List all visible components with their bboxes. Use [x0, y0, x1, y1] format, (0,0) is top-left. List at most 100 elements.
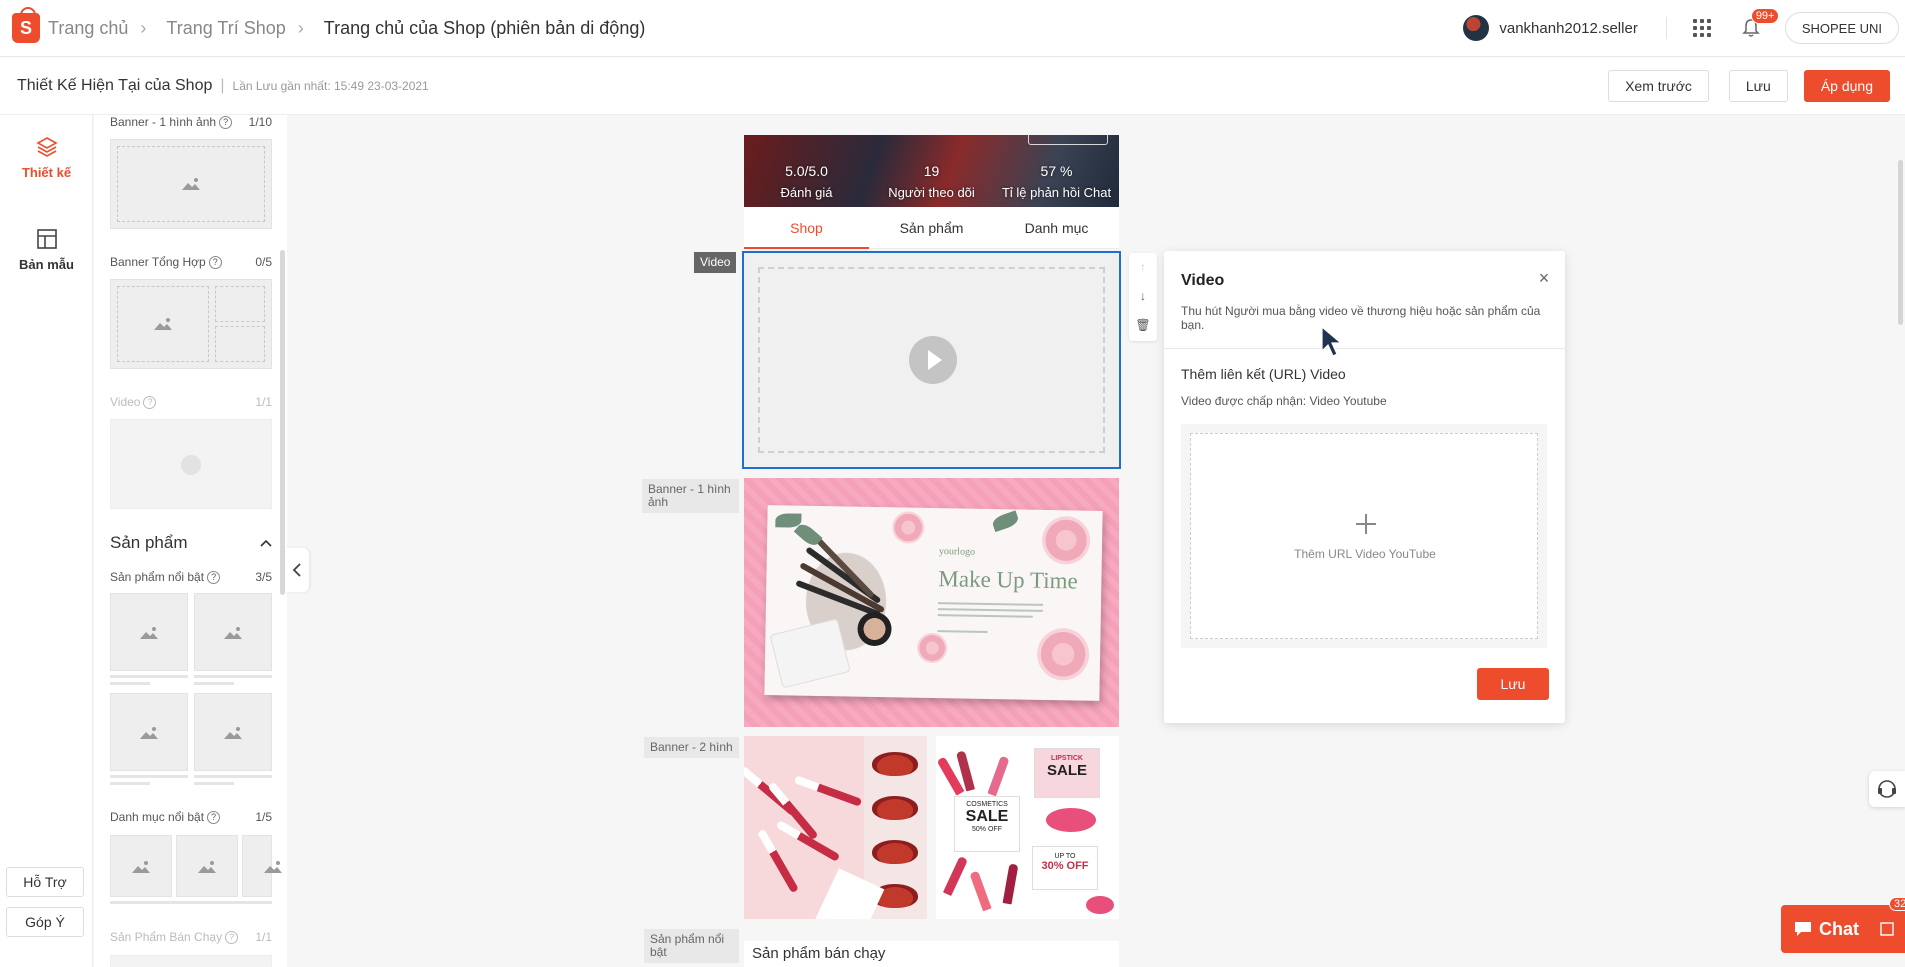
popup-save-button[interactable]: Lưu	[1477, 668, 1549, 700]
tab-products[interactable]: Sản phẩm	[869, 207, 994, 248]
tab-categories[interactable]: Danh mục	[994, 207, 1119, 248]
component-banner-1-thumb[interactable]	[110, 139, 272, 229]
help-icon[interactable]: ?	[207, 811, 221, 825]
video-url-dropzone: Thêm URL Video YouTube	[1181, 424, 1547, 648]
component-label: Video	[110, 395, 141, 409]
banner-1-image-block[interactable]: yourlogo Make Up Time	[744, 478, 1119, 727]
plus-icon	[1356, 514, 1376, 534]
breadcrumb-shop-decoration[interactable]: Trang Trí Shop	[166, 18, 285, 39]
video-settings-popup: Video × Thu hút Người mua bằng video về …	[1164, 251, 1565, 723]
last-saved-text: Lần Lưu gần nhất: 15:49 23-03-2021	[232, 78, 429, 93]
banner-logo-text: yourlogo	[938, 546, 976, 558]
stat-chat-response: 57 % Tỉ lệ phản hồi Chat	[994, 163, 1119, 200]
sale-card-1: COSMETICS SALE 50% OFF	[954, 796, 1020, 852]
page-title: Thiết Kế Hiện Tại của Shop	[17, 76, 213, 94]
makeup-banner-image: yourlogo Make Up Time	[764, 505, 1103, 701]
help-icon[interactable]: ?	[208, 256, 222, 270]
image-icon	[154, 318, 172, 330]
play-icon	[909, 336, 957, 384]
stat-label: Tỉ lệ phản hồi Chat	[1001, 185, 1112, 200]
move-down-icon[interactable]: ↓	[1129, 282, 1157, 311]
component-video-thumb	[110, 419, 272, 509]
apply-button[interactable]: Áp dụng	[1803, 69, 1890, 102]
best-sellers-block-title[interactable]: Sản phẩm bán chạy	[744, 941, 1119, 967]
stat-value: 57 %	[1040, 163, 1073, 179]
component-featured-categories-header: Danh mục nổi bật? 1/5	[110, 810, 272, 825]
block-label-banner-1: Banner - 1 hình ảnh	[642, 479, 739, 513]
help-float-button[interactable]	[1869, 771, 1905, 807]
banner-2-image-right[interactable]: COSMETICS SALE 50% OFF LIPSTICK SALE UP …	[936, 736, 1119, 919]
rail-templates[interactable]: Bản mẫu	[0, 227, 93, 272]
block-label-featured-products: Sản phẩm nổi bật	[644, 929, 739, 963]
support-button[interactable]: Hỗ Trợ	[6, 867, 84, 897]
component-best-sellers-thumb	[110, 955, 272, 967]
divider	[1665, 17, 1667, 39]
preview-button[interactable]: Xem trước	[1608, 69, 1709, 102]
help-icon[interactable]: ?	[225, 931, 239, 945]
top-nav: S Trang chủ › Trang Trí Shop › Trang chủ…	[0, 0, 1905, 57]
chevron-up-icon[interactable]	[260, 539, 272, 547]
chat-bubble-icon	[1795, 922, 1811, 936]
component-count: 3/5	[255, 570, 272, 584]
video-block-selected[interactable]	[742, 251, 1121, 469]
help-icon[interactable]: ?	[143, 396, 157, 410]
stat-value: 5.0/5.0	[785, 163, 828, 179]
help-icon[interactable]: ?	[219, 116, 233, 130]
play-icon	[181, 455, 201, 475]
component-panel: Banner - 1 hình ảnh? 1/10 Banner Tổng Hợ…	[94, 115, 287, 967]
component-banner-1-header: Banner - 1 hình ảnh? 1/10	[110, 115, 272, 130]
stat-rating: 5.0/5.0 Đánh giá	[744, 163, 869, 200]
chat-expand-icon[interactable]	[1879, 921, 1895, 937]
banner-2-image-left[interactable]	[744, 736, 927, 919]
divider	[1164, 348, 1565, 349]
notification-button[interactable]: 99+	[1741, 8, 1780, 38]
component-label: Sản Phẩm Bán Chạy	[110, 930, 223, 944]
add-video-url-area[interactable]: Thêm URL Video YouTube	[1190, 433, 1538, 639]
close-icon[interactable]: ×	[1537, 269, 1551, 287]
shopee-uni-button[interactable]: SHOPEE UNI	[1784, 12, 1899, 44]
image-icon	[182, 178, 200, 190]
left-rail: Thiết kế Bản mẫu Hỗ Trợ Góp Ý	[0, 115, 93, 967]
component-count: 0/5	[255, 255, 272, 269]
component-featured-products-header: Sản phẩm nổi bật? 3/5	[110, 570, 272, 585]
block-label-banner-2: Banner - 2 hình	[644, 737, 739, 758]
save-button[interactable]: Lưu	[1728, 69, 1788, 102]
notification-badge: 99+	[1750, 8, 1780, 24]
stat-label: Đánh giá	[780, 185, 833, 200]
section-products[interactable]: Sản phẩm	[110, 533, 272, 553]
component-count: 1/5	[255, 810, 272, 824]
apps-grid-icon[interactable]	[1692, 19, 1711, 37]
editor-header: Thiết Kế Hiện Tại của Shop | Lần Lưu gần…	[0, 57, 1905, 115]
component-label: Banner Tổng Hợp	[110, 255, 206, 269]
component-count: 1/1	[255, 930, 272, 944]
component-count: 1/10	[248, 115, 272, 129]
avatar[interactable]	[1463, 15, 1490, 41]
username[interactable]: vankhanh2012.seller	[1499, 20, 1637, 37]
component-count: 1/1	[255, 395, 272, 409]
chat-button[interactable]: Chat 32	[1781, 897, 1905, 953]
rail-templates-label: Bản mẫu	[19, 257, 74, 272]
rail-design[interactable]: Thiết kế	[0, 135, 93, 180]
popup-title: Video	[1181, 272, 1225, 289]
layers-icon	[35, 137, 58, 157]
collapse-panel-button[interactable]	[285, 548, 309, 592]
breadcrumb-home[interactable]: Trang chủ	[48, 18, 128, 39]
follow-button	[1028, 135, 1108, 145]
component-banner-mix-thumb[interactable]	[110, 279, 272, 369]
headset-icon	[1878, 780, 1896, 798]
mouse-cursor-icon	[1321, 325, 1343, 357]
breadcrumb-current: Trang chủ của Shop (phiên bản di động)	[323, 17, 646, 38]
trash-icon[interactable]: 🗑	[1129, 311, 1157, 340]
shopee-logo-icon[interactable]: S	[12, 7, 40, 43]
move-up-icon[interactable]: ↑	[1129, 253, 1157, 282]
chat-badge: 32	[1889, 897, 1905, 911]
feedback-button[interactable]: Góp Ý	[6, 907, 84, 937]
component-label: Sản phẩm nổi bật	[110, 570, 205, 584]
page-scrollbar[interactable]	[1898, 160, 1903, 325]
component-video-header: Video? 1/1	[110, 395, 272, 410]
help-icon[interactable]: ?	[207, 571, 221, 585]
panel-scrollbar[interactable]	[280, 250, 285, 595]
shop-header-preview: 5.0/5.0 Đánh giá 19 Người theo dõi 57 % …	[744, 135, 1119, 207]
tab-shop[interactable]: Shop	[744, 207, 869, 249]
block-toolbar: ↑ ↓ 🗑	[1129, 253, 1157, 341]
